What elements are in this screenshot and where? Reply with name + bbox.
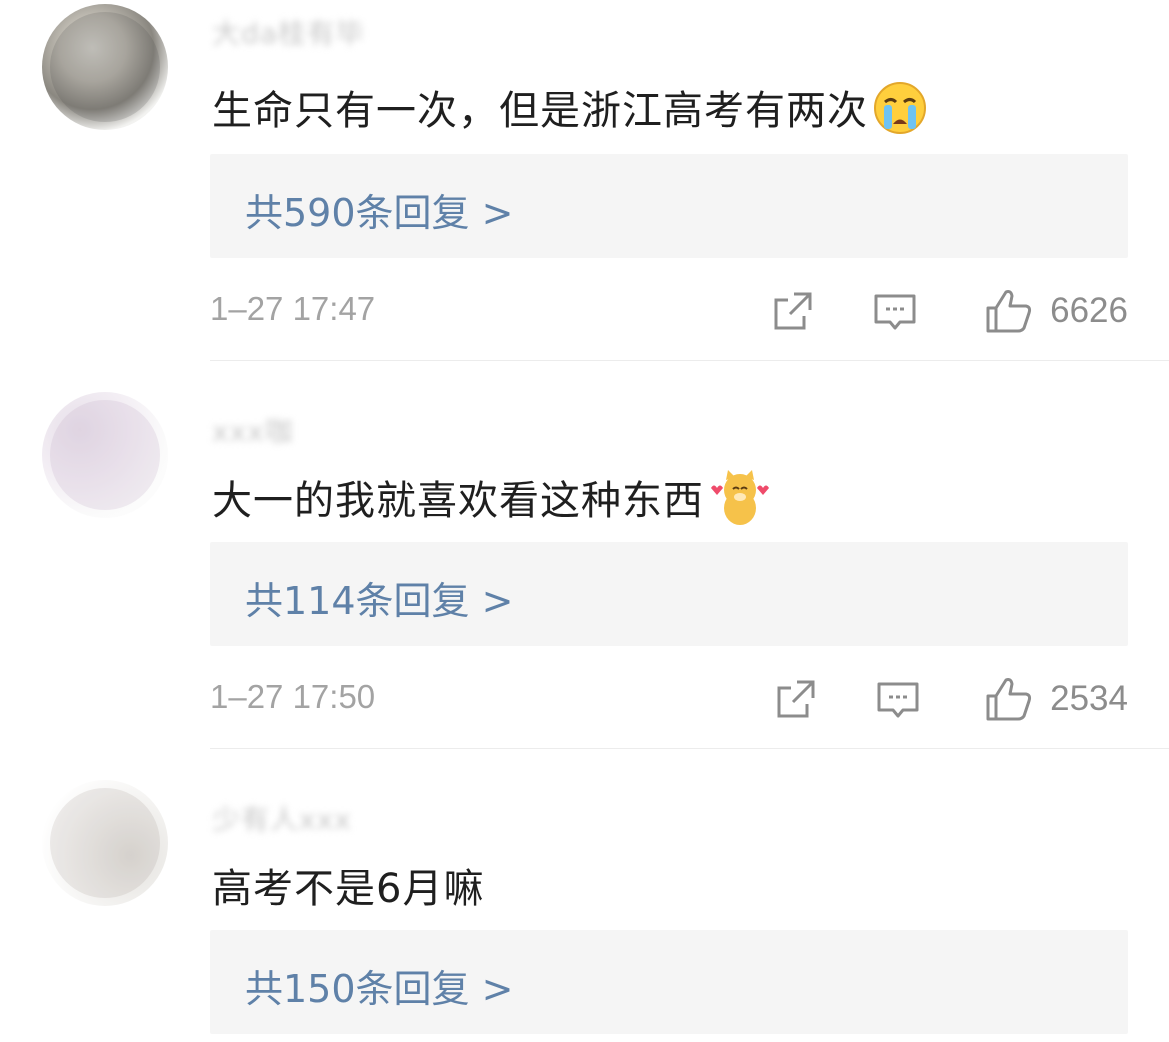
comment-button[interactable]: [872, 288, 918, 334]
like-button[interactable]: 6626: [984, 284, 1128, 338]
comment-text: 大一的我就喜欢看这种东西: [212, 468, 772, 538]
view-replies-button[interactable]: 共150条回复 >: [210, 930, 1128, 1034]
timestamp: 1–27 17:50: [210, 678, 376, 715]
comment-icon: [874, 294, 916, 330]
avatar-image: [50, 788, 160, 898]
shiba-heart-sticker-icon: [708, 468, 772, 538]
avatar-image: [50, 400, 160, 510]
divider: [210, 748, 1169, 749]
username[interactable]: xxx咖: [212, 410, 294, 450]
comment-meta: 1–27 17:50 2534: [210, 668, 1128, 728]
crying-emoji-icon: [872, 80, 928, 146]
like-count: 6626: [1050, 291, 1128, 330]
timestamp: 1–27 17:47: [210, 290, 376, 327]
replies-count-label: 共114条回复 >: [245, 579, 514, 623]
share-icon: [774, 292, 812, 330]
avatar[interactable]: [42, 780, 168, 906]
thumbs-up-icon: [986, 678, 1032, 721]
share-icon: [777, 680, 815, 718]
replies-count-label: 共150条回复 >: [245, 967, 514, 1011]
replies-count-label: 共590条回复 >: [245, 191, 514, 235]
comment-button[interactable]: [875, 676, 921, 722]
like-count: 2534: [1050, 679, 1128, 718]
avatar[interactable]: [42, 4, 168, 130]
comment-text-content: 生命只有一次，但是浙江高考有两次: [212, 88, 868, 134]
comment-text-content: 高考不是6月嘛: [212, 866, 485, 912]
username[interactable]: 少有人xxx: [212, 798, 352, 838]
share-button[interactable]: [773, 676, 819, 722]
username[interactable]: 大da桂有毕: [212, 12, 365, 52]
avatar-image: [50, 12, 160, 122]
comment-text: 高考不是6月嘛: [212, 856, 484, 914]
thumbs-up-icon: [986, 290, 1032, 333]
comment-text: 生命只有一次，但是浙江高考有两次: [212, 78, 928, 146]
like-button[interactable]: 2534: [984, 672, 1128, 726]
comment-icon: [877, 682, 919, 718]
view-replies-button[interactable]: 共590条回复 >: [210, 154, 1128, 258]
comment-text-content: 大一的我就喜欢看这种东西: [212, 478, 704, 524]
avatar[interactable]: [42, 392, 168, 518]
view-replies-button[interactable]: 共114条回复 >: [210, 542, 1128, 646]
comment-meta: 1–27 17:47 6626: [210, 280, 1128, 340]
share-button[interactable]: [770, 288, 816, 334]
divider: [210, 360, 1169, 361]
